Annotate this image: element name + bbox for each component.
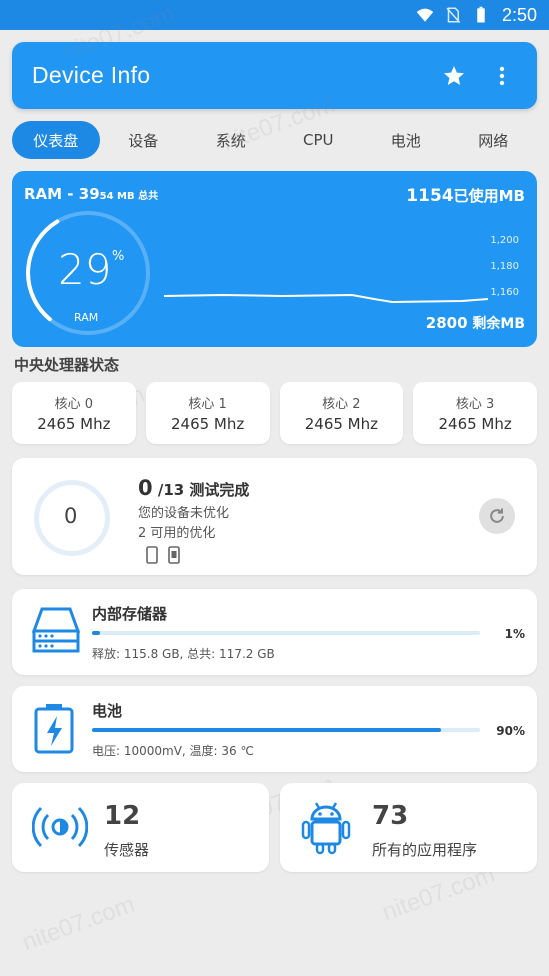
tests-done-value: 0 [138, 476, 153, 500]
status-bar: 2:50 [0, 0, 549, 30]
core-card[interactable]: 核心 1 2465 Mhz [145, 382, 270, 444]
app-bar: Device Info [12, 42, 537, 109]
tab-bar: 仪表盘 设备 系统 CPU 电池 网络 [12, 121, 537, 159]
tab-device[interactable]: 设备 [100, 121, 188, 159]
tab-battery[interactable]: 电池 [362, 121, 450, 159]
ram-remaining-value: 2800 [425, 314, 468, 332]
storage-progress [92, 631, 480, 635]
ram-axis-tick: 1,160 [490, 287, 519, 298]
optimization-ring-value: 0 [64, 504, 78, 528]
core-frequency: 2465 Mhz [304, 415, 378, 433]
ram-used: 1154已使用MB [406, 185, 525, 206]
core-name: 核心 3 [455, 397, 495, 412]
no-sim-icon [446, 7, 461, 24]
ram-percent-symbol: % [112, 249, 125, 264]
watermark: nite07.com [18, 890, 139, 957]
ram-total-unit: 54 MB 总共 [99, 191, 159, 202]
optimization-card[interactable]: 0 0 /13 测试完成 您的设备未优化 2 可用的优化 [12, 458, 537, 575]
ram-percent: 29 [58, 245, 112, 294]
storage-percent: 1% [504, 627, 525, 641]
device-icons [146, 546, 180, 564]
apps-count: 73 [372, 801, 409, 831]
storage-card[interactable]: 内部存储器 1% 释放: 115.8 GB, 总共: 117.2 GB [12, 589, 537, 675]
tab-cpu[interactable]: CPU [275, 121, 363, 159]
sensors-card[interactable]: 12 传感器 [12, 783, 269, 872]
tab-dashboard[interactable]: 仪表盘 [12, 121, 100, 159]
optimization-status: 您的设备未优化 [138, 506, 230, 521]
status-time: 2:50 [501, 4, 537, 25]
tab-system[interactable]: 系统 [187, 121, 275, 159]
refresh-button[interactable] [479, 498, 515, 534]
core-card[interactable]: 核心 3 2465 Mhz [413, 382, 537, 444]
storage-progress-fill [92, 631, 100, 635]
ram-total: RAM - 3954 MB 总共 [24, 185, 158, 203]
cpu-cores: 核心 0 2465 Mhz 核心 1 2465 Mhz 核心 2 2465 Mh… [12, 382, 537, 444]
ram-remaining: 2800 剩余MB [426, 313, 525, 333]
ram-used-label: 已使用MB [453, 187, 525, 205]
storage-drive-icon [32, 607, 80, 653]
ram-gauge-label: RAM [74, 311, 99, 324]
refresh-icon [490, 508, 504, 523]
battery-progress-fill [92, 728, 442, 732]
more-vert-icon [499, 66, 505, 85]
optimization-available: 2 可用的优化 [138, 526, 216, 541]
core-card[interactable]: 核心 2 2465 Mhz [279, 382, 404, 444]
battery-charging-icon [34, 704, 74, 754]
core-name: 核心 0 [54, 397, 94, 412]
ram-axis-tick: 1,180 [490, 261, 519, 272]
apps-card[interactable]: 73 所有的应用程序 [280, 783, 537, 872]
battery-detail: 电压: 10000mV, 温度: 36 ℃ [92, 744, 254, 758]
tests-label: 测试完成 [184, 481, 250, 499]
tab-network[interactable]: 网络 [450, 121, 538, 159]
core-name: 核心 1 [188, 397, 227, 412]
sensor-icon [32, 806, 88, 848]
core-frequency: 2465 Mhz [170, 415, 245, 433]
more-options-button[interactable] [487, 61, 517, 91]
ram-card[interactable]: RAM - 3954 MB 总共 1154已使用MB 29 % RAM 1,20… [12, 171, 537, 347]
phone-device-icon [168, 546, 180, 564]
ram-remaining-label: 剩余MB [467, 316, 525, 332]
tests-total: /13 [152, 481, 185, 499]
optimization-count: 0 /13 测试完成 [138, 476, 249, 500]
sensors-count: 12 [104, 801, 141, 831]
apps-label: 所有的应用程序 [372, 841, 478, 859]
battery-percent: 90% [496, 724, 525, 738]
core-frequency: 2465 Mhz [438, 415, 512, 433]
ram-total-label: RAM - 39 [24, 185, 100, 203]
storage-detail: 释放: 115.8 GB, 总共: 117.2 GB [92, 647, 275, 661]
sensors-label: 传感器 [104, 841, 150, 859]
favorite-button[interactable] [439, 61, 469, 91]
ram-used-value: 1154 [406, 186, 454, 206]
battery-title: 电池 [92, 702, 123, 720]
core-card[interactable]: 核心 0 2465 Mhz [12, 382, 136, 444]
app-title: Device Info [32, 62, 151, 88]
core-name: 核心 2 [322, 397, 361, 412]
android-icon [301, 802, 351, 855]
battery-card[interactable]: 电池 90% 电压: 10000mV, 温度: 36 ℃ [12, 686, 537, 772]
wifi-icon [416, 8, 434, 22]
ram-axis-tick: 1,200 [490, 235, 519, 246]
star-icon [444, 65, 464, 85]
ram-history-line [163, 293, 489, 304]
cpu-section-title: 中央处理器状态 [14, 356, 120, 374]
battery-icon [477, 6, 485, 23]
storage-title: 内部存储器 [92, 605, 168, 623]
phone-icon [146, 546, 158, 564]
core-frequency: 2465 Mhz [37, 415, 111, 433]
battery-progress [92, 728, 480, 732]
